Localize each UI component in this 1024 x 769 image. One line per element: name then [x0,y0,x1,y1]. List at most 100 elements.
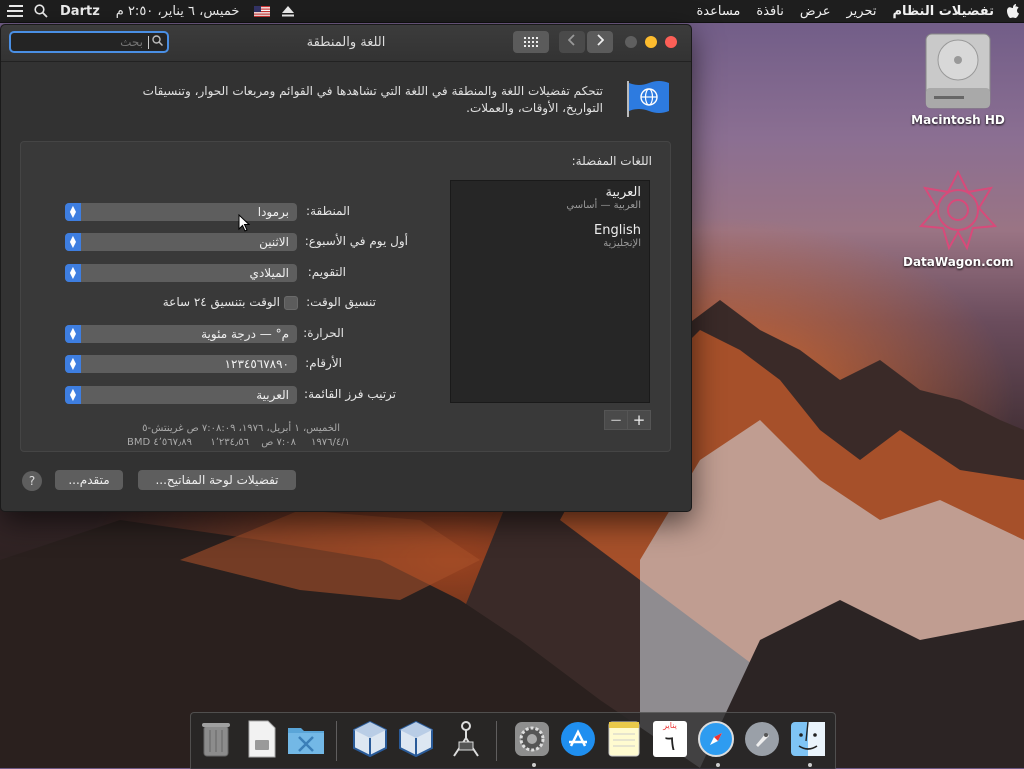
add-language-button[interactable]: + [627,410,651,430]
finder-icon[interactable] [789,719,827,759]
desktop-icon-datawagon[interactable]: DataWagon.com [903,168,1014,269]
up-down-arrows-icon: ▲ ▼ [65,355,81,373]
hard-drive-icon [925,33,991,109]
show-all-button[interactable] [513,31,549,53]
spotlight-search-icon[interactable] [30,0,52,22]
region-label: المنطقة: [306,204,350,218]
forward-button[interactable] [587,31,613,53]
chevron-right-icon [596,34,605,50]
language-name: English [594,223,641,238]
disk-image-file-icon[interactable] [243,719,281,759]
virtualbox-icon[interactable] [351,719,389,759]
menu-edit[interactable]: تحرير [838,4,884,19]
time-format-label: تنسيق الوقت: [306,295,376,309]
list-item[interactable]: العربية العربية — أساسي [566,185,641,211]
up-down-arrows-icon: ▲ ▼ [65,203,81,221]
menu-view[interactable]: عرض [792,4,839,19]
clock[interactable]: خميس، ٦ يناير، ٢:٥٠ م [108,4,248,19]
trash-icon[interactable] [197,719,235,759]
sample-currency: ٤٬٥٦٧٫٨٩ BMD [126,437,192,448]
system-preferences-icon[interactable] [513,719,551,759]
running-indicator [532,763,536,767]
safari-icon[interactable] [697,719,735,759]
calendar-month: يناير [663,721,677,730]
user-name[interactable]: Dartz [52,4,108,19]
numbers-label: الأرقام: [305,356,342,370]
numbers-value: ١٢٣٤٥٦٧٨٩٠ [224,357,289,371]
calendar-popup[interactable]: الميلادي ▲ ▼ [65,264,297,282]
help-button[interactable]: ? [22,471,42,491]
up-down-arrows-icon: ▲ ▼ [65,264,81,282]
applications-folder-icon[interactable] [287,719,325,759]
sort-order-label: ترتيب فرز القائمة: [304,387,396,401]
first-day-value: الاثنين [259,235,289,249]
desktop-icon-label: Macintosh HD [911,113,1005,127]
desktop-icon-macintosh-hd[interactable]: Macintosh HD [908,30,1008,127]
advanced-button[interactable]: متقدم... [55,470,123,490]
virtualbox-vm-icon[interactable] [397,719,435,759]
preferred-languages-list[interactable]: العربية العربية — أساسي English الإنجليز… [450,180,650,403]
menu-bar: تفضيلات النظام تحرير عرض نافذة مساعدة Da… [0,0,1024,23]
zoom-button[interactable] [625,36,637,48]
close-button[interactable] [665,36,677,48]
temperature-value: م° — درجة مئوية [201,327,289,341]
menu-window[interactable]: نافذة [748,4,791,19]
directory-utility-icon[interactable] [447,719,485,759]
up-down-arrows-icon: ▲ ▼ [65,325,81,343]
us-flag-input-icon[interactable] [247,0,277,22]
sample-number: ١٬٢٣٤٫٥٦ [210,437,249,448]
list-item[interactable]: English الإنجليزية [594,223,641,249]
running-indicator [716,763,720,767]
desktop-icon-label: DataWagon.com [903,255,1014,269]
24-hour-checkbox-label[interactable]: الوقت بتنسيق ٢٤ ساعة [163,295,280,309]
calendar-icon[interactable]: يناير ٦ [651,719,689,759]
launchpad-icon[interactable] [743,719,781,759]
language-name: العربية [605,185,641,200]
calendar-label: التقويم: [307,265,346,279]
mouse-cursor-icon [238,213,251,236]
temperature-label: الحرارة: [303,326,344,340]
language-subtitle: العربية — أساسي [566,200,641,211]
up-down-arrows-icon: ▲ ▼ [65,233,81,251]
chevron-left-icon [567,34,576,50]
settings-panel: اللغات المفضلة: العربية العربية — أساسي … [20,141,671,452]
minimize-button[interactable] [645,36,657,48]
sample-time: ٧:٠٨ ص [261,437,296,448]
back-button[interactable] [559,31,585,53]
apple-icon[interactable] [1002,0,1024,22]
language-subtitle: الإنجليزية [603,238,641,249]
datawagon-logo-icon [918,169,998,251]
preferred-languages-title: اللغات المفضلة: [571,154,652,168]
up-down-arrows-icon: ▲ ▼ [65,386,81,404]
menu-help[interactable]: مساعدة [688,4,748,19]
first-day-label: أول يوم في الأسبوع: [304,234,408,248]
language-region-window: اللغة والمنطقة تتحكم تفضيلات [0,24,692,512]
calendar-value: الميلادي [249,266,289,280]
remove-language-button[interactable]: − [604,410,628,430]
pane-description: تتحكم تفضيلات اللغة والمنطقة في اللغة ال… [142,84,603,115]
keyboard-preferences-button[interactable]: تفضيلات لوحة المفاتيح... [138,470,296,490]
dock: يناير ٦ [190,712,836,769]
sort-order-popup[interactable]: العربية ▲ ▼ [65,386,297,404]
dock-separator [496,721,497,761]
notification-center-icon[interactable] [0,0,30,22]
app-store-icon[interactable] [559,719,597,759]
menu-app-name[interactable]: تفضيلات النظام [884,4,1002,19]
grid-icon [524,37,538,47]
eject-icon[interactable] [277,0,299,22]
language-region-flag-icon [627,81,669,117]
notes-icon[interactable] [605,719,643,759]
region-popup[interactable]: برمودا ▲ ▼ [65,203,297,221]
dock-separator [336,721,337,761]
sort-order-value: العربية [256,388,289,402]
calendar-day: ٦ [664,731,676,755]
sample-short-date: ١٩٧٦/٤/١ [311,437,350,448]
region-value: برمودا [257,205,289,219]
first-day-popup[interactable]: الاثنين ▲ ▼ [65,233,297,251]
running-indicator [808,763,812,767]
temperature-popup[interactable]: م° — درجة مئوية ▲ ▼ [65,325,297,343]
sample-long-date: الخميس، ١ أبريل، ١٩٧٦، ٧:٠٨:٠٩ ص غرينتش-… [142,423,340,434]
numbers-popup[interactable]: ١٢٣٤٥٦٧٨٩٠ ▲ ▼ [65,355,297,373]
24-hour-checkbox[interactable] [284,296,298,310]
title-bar[interactable]: اللغة والمنطقة [1,25,691,62]
